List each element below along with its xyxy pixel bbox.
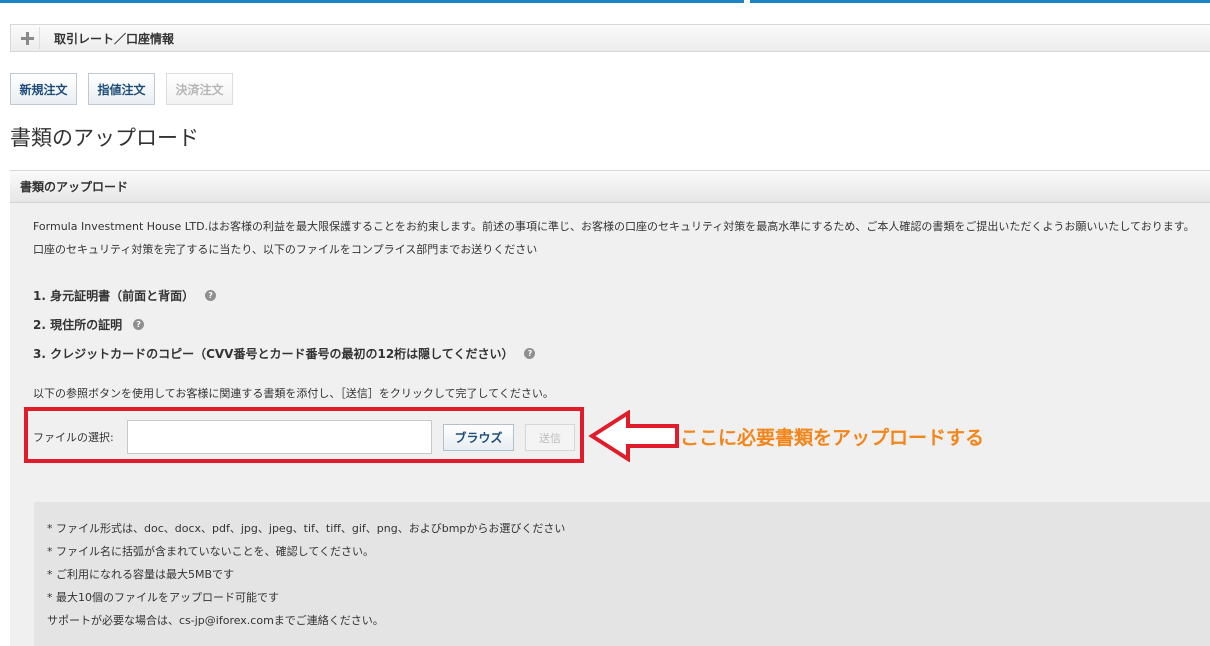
requirements-list: 1. 身元証明書（前面と背面） ? 2. 現住所の証明 ? 3. クレジットカー… [33,281,536,368]
requirement-label: 2. 現住所の証明 [33,318,123,332]
file-select-label: ファイルの選択: [33,431,114,444]
file-path-input[interactable] [127,420,432,454]
rate-bar-title: 取引レート／口座情報 [54,31,175,46]
upload-instruction: 以下の参照ボタンを使用してお客様に関連する書類を添付し、［送信］をクリックして完… [33,387,554,400]
plus-icon[interactable] [17,27,40,49]
upload-panel: 書類のアップロード Formula Investment House LTD.は… [10,170,1210,646]
page-title: 書類のアップロード [10,126,199,150]
arrow-left-icon [588,410,679,462]
panel-header: 書類のアップロード [10,171,1210,203]
requirement-label: 1. 身元証明書（前面と背面） [33,289,195,303]
note-item: サポートが必要な場合は、cs-jp@iforex.comまでご連絡ください。 [47,614,384,627]
requirement-label: 3. クレジットカードのコピー（CVV番号とカード番号の最初の12桁は隠してくだ… [33,347,514,361]
callout-text: ここに必要書類をアップロードする [680,427,985,449]
help-icon[interactable]: ? [524,348,536,359]
note-item: * ファイル形式は、doc、docx、pdf、jpg、jpeg、tif、tiff… [47,522,566,535]
notes-list: * ファイル形式は、doc、docx、pdf、jpg、jpeg、tif、tiff… [47,517,565,632]
file-upload-row: ファイルの選択: ブラウズ 送信 [33,419,575,455]
close-order-button: 決済注文 [166,73,233,105]
help-icon[interactable]: ? [205,290,217,301]
send-button: 送信 [525,424,575,451]
list-item: 1. 身元証明書（前面と背面） ? [33,281,535,310]
help-icon[interactable]: ? [133,319,145,330]
intro-line-2: 口座のセキュリティ対策を完了するに当たり、以下のファイルをコンプライス部門までお… [33,243,538,256]
intro-line-1: Formula Investment House LTD.はお客様の利益を最大限… [33,220,1195,233]
list-item: 2. 現住所の証明 ? [33,310,535,339]
list-item: 3. クレジットカードのコピー（CVV番号とカード番号の最初の12桁は隠してくだ… [33,339,536,368]
new-order-button[interactable]: 新規注文 [10,73,77,105]
limit-order-button[interactable]: 指値注文 [88,73,155,105]
browse-button[interactable]: ブラウズ [443,424,514,451]
intro-text: Formula Investment House LTD.はお客様の利益を最大限… [33,215,1203,261]
note-item: * ファイル名に括弧が含まれていないことを、確認してください。 [47,545,375,558]
notes-box: * ファイル形式は、doc、docx、pdf、jpg、jpeg、tif、tiff… [34,502,1210,646]
rate-info-bar[interactable]: 取引レート／口座情報 [10,24,1210,52]
top-accent-line [0,0,1210,3]
note-item: * ご利用になれる容量は最大5MBです [47,568,235,581]
top-accent-notch [744,0,750,4]
note-item: * 最大10個のファイルをアップロード可能です [47,591,279,604]
